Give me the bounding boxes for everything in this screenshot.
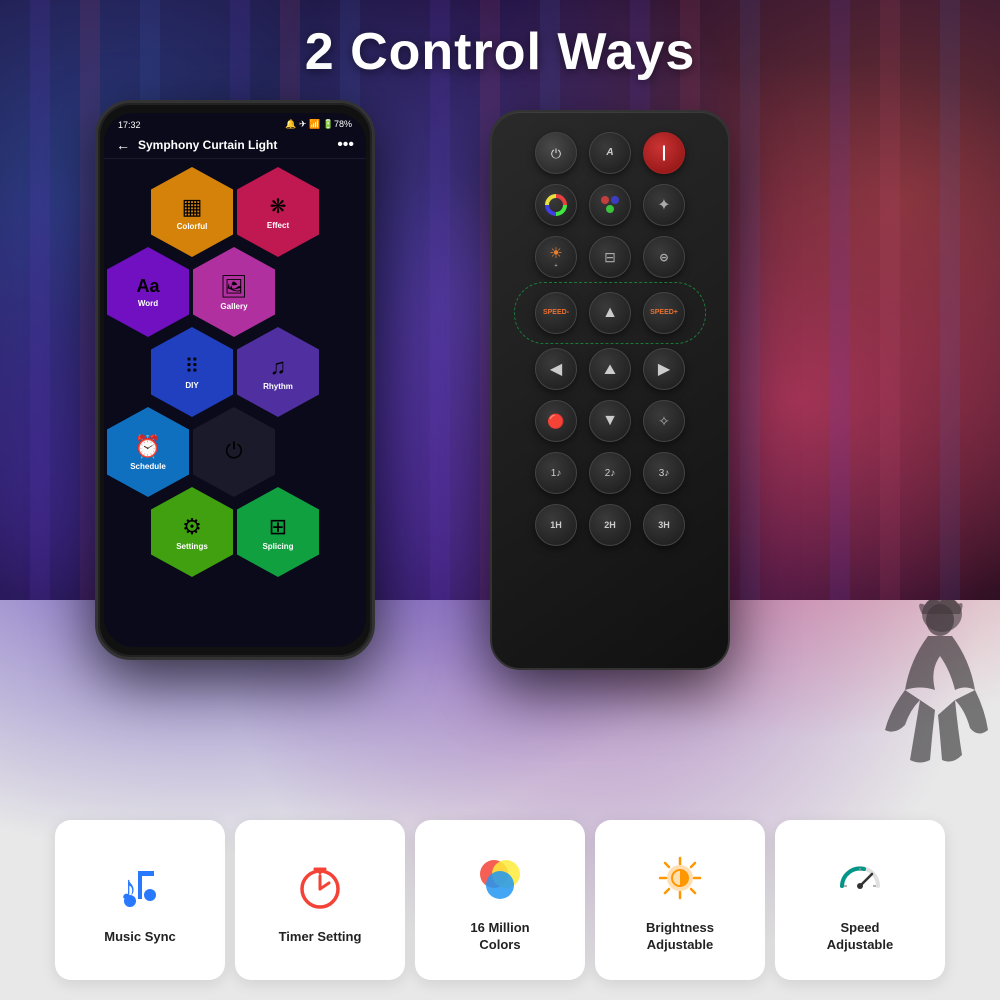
colors-icon [468, 846, 532, 910]
remote-colorwheel-btn[interactable] [535, 184, 577, 226]
hex-power-icon: ⏻ [225, 438, 242, 464]
remote-speedplus-btn[interactable]: SPEED+ [643, 292, 685, 334]
hex-splicing[interactable]: ⊞ Splicing [237, 487, 319, 577]
feature-music-label: Music Sync [104, 929, 176, 946]
remote-music3-btn[interactable]: 3♪ [643, 452, 685, 494]
hex-word-label: Word [138, 299, 158, 308]
remote-sparkle-btn[interactable]: ✧ [643, 400, 685, 442]
feature-music-sync: ♪ Music Sync [55, 820, 225, 980]
remote-row-3: ☀ + ⊟ ⊝ [535, 236, 685, 278]
feature-timer-label: Timer Setting [279, 929, 362, 946]
remote-body: ⏻ A | [490, 110, 730, 670]
remote-up-btn[interactable]: ▲ [589, 292, 631, 334]
remote-timer3h-btn[interactable]: 3H [643, 504, 685, 546]
remote-row-8: 1H 2H 3H [535, 504, 685, 546]
features-bar: ♪ Music Sync Timer Setting [20, 820, 980, 980]
hex-diy-icon: ⠿ [185, 354, 200, 379]
remote-scene-btn[interactable]: 🔴 [535, 400, 577, 442]
hex-gallery-icon: 🖼 [220, 274, 248, 300]
hex-rhythm-icon: ♫ [270, 354, 287, 380]
hex-colorful[interactable]: ▦ Colorful [151, 167, 233, 257]
feature-colors-label: 16 MillionColors [470, 920, 529, 954]
remote-speedminus-btn[interactable]: SPEED- [535, 292, 577, 334]
feature-brightness: BrightnessAdjustable [595, 820, 765, 980]
hex-schedule[interactable]: ⏰ Schedule [107, 407, 189, 497]
remote-timer2h-btn[interactable]: 2H [589, 504, 631, 546]
hex-grid: ▦ Colorful ❋ Effect Aa Word 🖼 [104, 159, 366, 575]
hex-effect-icon: ❋ [270, 194, 287, 219]
remote-on-btn[interactable]: | [643, 132, 685, 174]
hex-rhythm[interactable]: ♫ Rhythm [237, 327, 319, 417]
hex-gallery[interactable]: 🖼 Gallery [193, 247, 275, 337]
hex-effect-label: Effect [267, 221, 289, 230]
hex-rhythm-label: Rhythm [263, 382, 293, 391]
person-silhouette [870, 600, 990, 820]
hex-word[interactable]: Aa Word [107, 247, 189, 337]
hex-row-1: ▦ Colorful ❋ Effect [151, 167, 319, 257]
remote-left-btn[interactable]: ◀ [535, 348, 577, 390]
remote-music2-btn[interactable]: 2♪ [589, 452, 631, 494]
hex-settings-label: Settings [176, 542, 208, 551]
remote-auto-btn[interactable]: A [589, 132, 631, 174]
remote-row-5: ◀ ⛰ ▶ [535, 348, 685, 390]
hex-effect[interactable]: ❋ Effect [237, 167, 319, 257]
remote-palette-btn[interactable] [589, 184, 631, 226]
phone-back-button[interactable]: ← [116, 137, 130, 153]
music-sync-icon: ♪ [108, 855, 172, 919]
phone-more-button[interactable]: ••• [337, 136, 354, 154]
hex-schedule-icon: ⏰ [134, 434, 161, 460]
remote-control: ⏻ A | [490, 110, 730, 670]
remote-brightnessup-btn[interactable]: ☀ + [535, 236, 577, 278]
remote-row-2: ✦ [535, 184, 685, 226]
hex-diy-label: DIY [185, 381, 198, 390]
hex-row-4: ⏰ Schedule ⏻ [107, 407, 275, 497]
phone-app-title: Symphony Curtain Light [138, 138, 337, 152]
remote-speeddown-btn[interactable]: ⊝ [643, 236, 685, 278]
phone-screen: 17:32 🔔 ✈ 📶 🔋78% ← Symphony Curtain Ligh… [104, 113, 366, 647]
hex-colorful-icon: ▦ [182, 194, 203, 220]
feature-speed-label: SpeedAdjustable [827, 920, 893, 954]
hex-settings-icon: ⚙ [182, 514, 202, 540]
remote-row-7: 1♪ 2♪ 3♪ [535, 452, 685, 494]
feature-brightness-label: BrightnessAdjustable [646, 920, 714, 954]
page-title: 2 Control Ways [0, 22, 1000, 82]
remote-power-btn[interactable]: ⏻ [535, 132, 577, 174]
timer-setting-icon [288, 855, 352, 919]
remote-star-btn[interactable]: ✦ [643, 184, 685, 226]
hex-splicing-label: Splicing [262, 542, 293, 551]
remote-row-1: ⏻ A | [535, 132, 685, 174]
phone-time: 17:32 [118, 120, 141, 130]
hex-row-3: ⠿ DIY ♫ Rhythm [151, 327, 319, 417]
hex-power[interactable]: ⏻ [193, 407, 275, 497]
speed-icon [828, 846, 892, 910]
hex-diy[interactable]: ⠿ DIY [151, 327, 233, 417]
hex-row-2: Aa Word 🖼 Gallery [107, 247, 275, 337]
remote-curtain-btn[interactable]: ⊟ [589, 236, 631, 278]
remote-timer1h-btn[interactable]: 1H [535, 504, 577, 546]
feature-16m-colors: 16 MillionColors [415, 820, 585, 980]
brightness-icon [648, 846, 712, 910]
hex-row-5: ⚙ Settings ⊞ Splicing [151, 487, 319, 577]
remote-mountain-btn[interactable]: ⛰ [589, 348, 631, 390]
remote-speed-row: SPEED- ▲ SPEED+ [520, 288, 700, 338]
phone-status-icons: 🔔 ✈ 📶 🔋78% [285, 119, 352, 130]
hex-word-icon: Aa [136, 276, 159, 297]
hex-gallery-label: Gallery [220, 302, 247, 311]
remote-music1-btn[interactable]: 1♪ [535, 452, 577, 494]
feature-speed: SpeedAdjustable [775, 820, 945, 980]
phone-device: 17:32 🔔 ✈ 📶 🔋78% ← Symphony Curtain Ligh… [95, 100, 375, 660]
phone-nav-bar: ← Symphony Curtain Light ••• [104, 132, 366, 159]
hex-settings[interactable]: ⚙ Settings [151, 487, 233, 577]
hex-splicing-icon: ⊞ [269, 514, 287, 540]
hex-colorful-label: Colorful [177, 222, 208, 231]
feature-timer-setting: Timer Setting [235, 820, 405, 980]
phone-status-bar: 17:32 🔔 ✈ 📶 🔋78% [104, 113, 366, 132]
remote-down-btn[interactable]: ▼ [589, 400, 631, 442]
hex-schedule-label: Schedule [130, 462, 166, 471]
remote-row-6: 🔴 ▼ ✧ [535, 400, 685, 442]
remote-right-btn[interactable]: ▶ [643, 348, 685, 390]
phone-body: 17:32 🔔 ✈ 📶 🔋78% ← Symphony Curtain Ligh… [95, 100, 375, 660]
